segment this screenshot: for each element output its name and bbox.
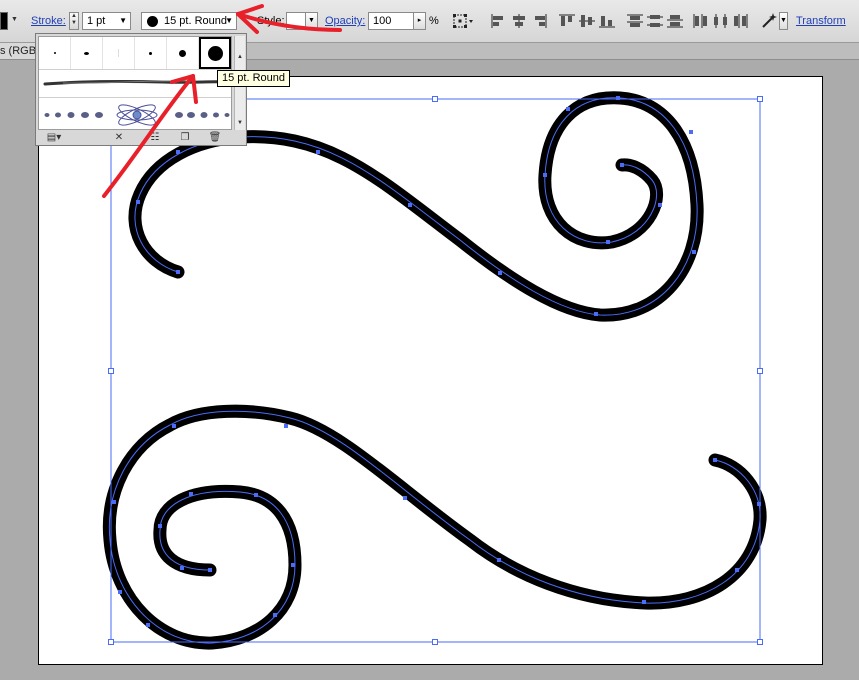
annotation-arrow-icon <box>102 74 195 198</box>
annotation-arrow-icon <box>191 74 198 104</box>
annotation-arrow-icon <box>236 4 264 16</box>
annotation-layer <box>102 4 342 198</box>
